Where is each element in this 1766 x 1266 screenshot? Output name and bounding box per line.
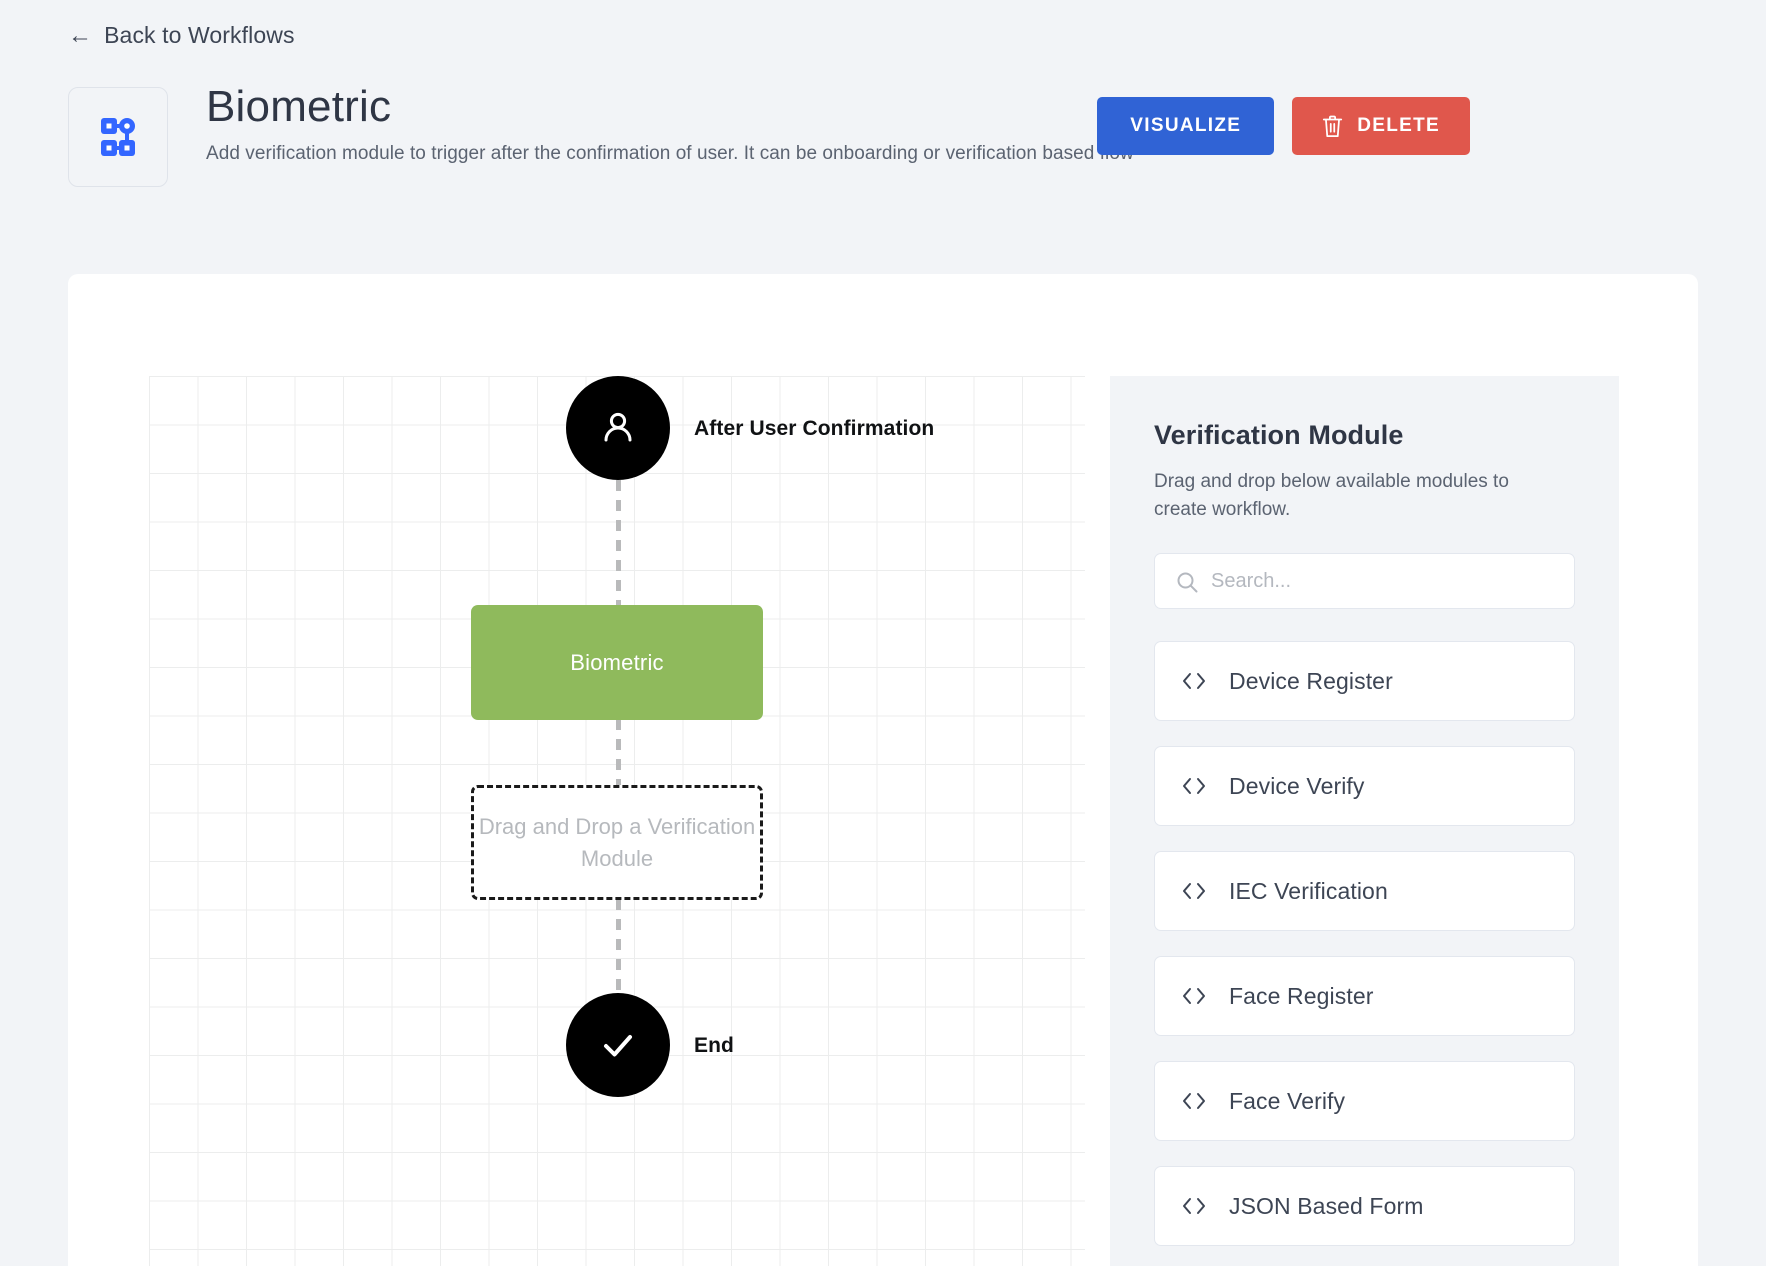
- arrow-left-icon: ←: [68, 21, 93, 49]
- workflow-module-biometric[interactable]: Biometric: [471, 605, 763, 720]
- module-list: Device Register Device Verify IEC Verifi…: [1154, 641, 1575, 1247]
- start-node[interactable]: [566, 376, 670, 480]
- module-card-face-verify[interactable]: Face Verify: [1154, 1061, 1575, 1142]
- workflow-card: After User Confirmation Biometric Drag a…: [68, 274, 1698, 1266]
- page-title: Biometric: [206, 82, 392, 131]
- code-icon: [1183, 1093, 1205, 1110]
- module-card-device-verify[interactable]: Device Verify: [1154, 746, 1575, 827]
- module-card-face-register[interactable]: Face Register: [1154, 956, 1575, 1037]
- module-card-device-register[interactable]: Device Register: [1154, 641, 1575, 722]
- connector-start-to-module: [616, 480, 621, 605]
- start-node-label: After User Confirmation: [694, 417, 935, 440]
- module-card-label: Face Verify: [1229, 1087, 1346, 1114]
- code-icon: [1183, 883, 1205, 900]
- module-dropzone-label: Drag and Drop a Verification Module: [478, 814, 756, 871]
- page-header: Biometric Add verification module to tri…: [68, 82, 1766, 187]
- flow-canvas[interactable]: After User Confirmation Biometric Drag a…: [149, 376, 1085, 1266]
- panel-subtitle: Drag and drop below available modules to…: [1154, 471, 1509, 520]
- search-input[interactable]: [1155, 554, 1574, 609]
- delete-button-label: DELETE: [1357, 115, 1440, 136]
- check-icon: [604, 1035, 632, 1057]
- delete-button[interactable]: DELETE: [1292, 97, 1470, 155]
- module-card-label: Device Register: [1229, 667, 1393, 694]
- module-dropzone[interactable]: Drag and Drop a Verification Module: [471, 785, 763, 900]
- verification-module-panel: Verification Module Drag and drop below …: [1110, 376, 1619, 1266]
- back-to-workflows-label: Back to Workflows: [104, 22, 295, 48]
- module-card-label: IEC Verification: [1229, 877, 1388, 904]
- title-block: Biometric Add verification module to tri…: [206, 81, 1134, 167]
- search-icon: [1177, 572, 1198, 593]
- workflow-editor-page: ← Back to Workflows Biometric Add verifi…: [0, 0, 1766, 1266]
- code-icon: [1183, 988, 1205, 1005]
- visualize-button[interactable]: VISUALIZE: [1097, 97, 1275, 155]
- code-icon: [1183, 778, 1205, 795]
- module-card-label: Device Verify: [1229, 772, 1365, 799]
- workflow-module-biometric-label: Biometric: [570, 649, 664, 675]
- module-card-label: JSON Based Form: [1229, 1192, 1424, 1219]
- search-box[interactable]: [1154, 553, 1575, 610]
- trash-icon: [1323, 115, 1343, 137]
- header-actions: VISUALIZE DELETE: [1097, 97, 1470, 155]
- module-card-iec-verification[interactable]: IEC Verification: [1154, 851, 1575, 932]
- end-node-label: End: [694, 1034, 734, 1057]
- module-card-json-based-form[interactable]: JSON Based Form: [1154, 1166, 1575, 1247]
- workflow-nodes-icon: [68, 87, 168, 187]
- back-to-workflows-link[interactable]: ← Back to Workflows: [68, 22, 295, 49]
- module-card-label: Face Register: [1229, 982, 1374, 1009]
- code-icon: [1183, 673, 1205, 690]
- user-icon: [604, 412, 632, 442]
- panel-title: Verification Module: [1154, 420, 1404, 450]
- end-node[interactable]: [566, 993, 670, 1097]
- code-icon: [1183, 1198, 1205, 1215]
- page-subtitle: Add verification module to trigger after…: [206, 142, 1134, 164]
